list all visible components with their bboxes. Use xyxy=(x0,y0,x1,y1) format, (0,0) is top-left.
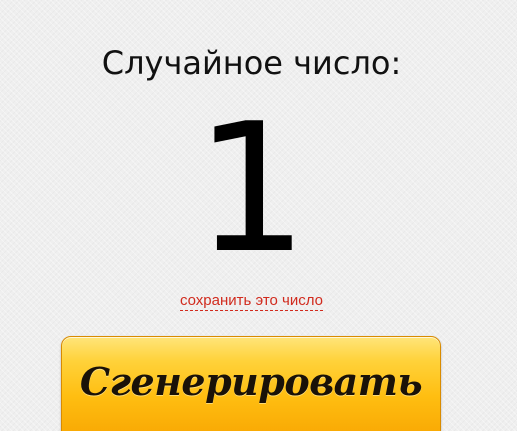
save-number-link-container: сохранить это число xyxy=(0,292,503,311)
save-number-link[interactable]: сохранить это число xyxy=(179,292,324,311)
generate-button-label: Сгенерировать xyxy=(79,359,423,404)
generate-button[interactable]: Сгенерировать xyxy=(61,336,441,431)
random-number-display: 1 xyxy=(194,85,309,292)
page-title: Случайное число: xyxy=(101,44,402,82)
